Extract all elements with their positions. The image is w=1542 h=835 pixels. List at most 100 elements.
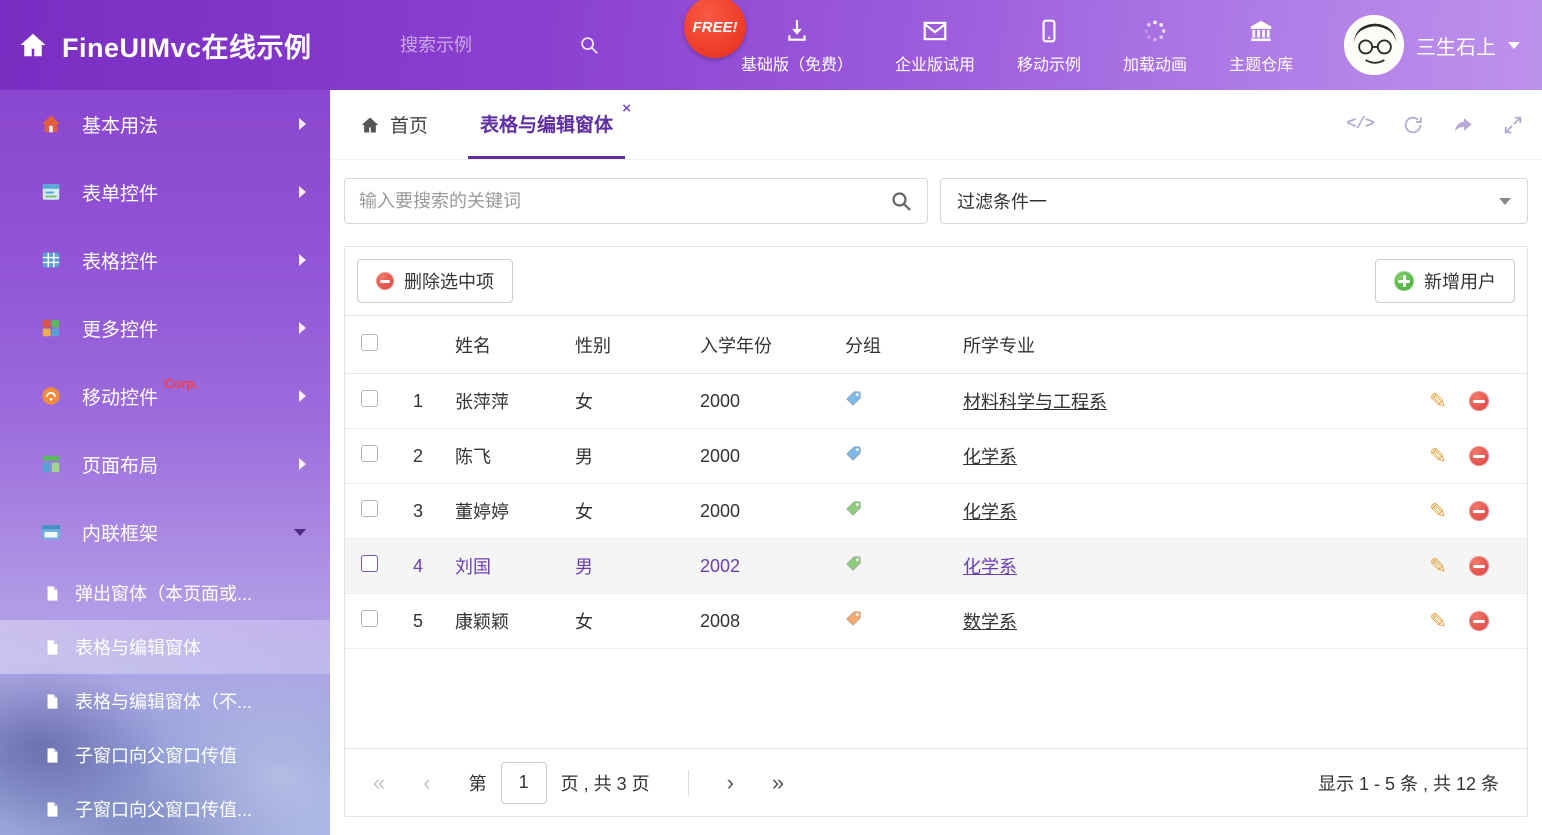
nav-mobile-demo[interactable]: 移动示例 [1017, 16, 1081, 75]
row-checkbox[interactable] [361, 610, 378, 627]
table-row[interactable]: 1 张萍萍 女 2000 材料科学与工程系 [345, 374, 1527, 429]
delete-row-icon[interactable] [1469, 501, 1489, 521]
table-row-selected[interactable]: 4 刘国 男 2002 化学系 [345, 539, 1527, 594]
source-code-icon[interactable]: </> [1346, 115, 1374, 134]
open-new-window-icon[interactable] [1452, 114, 1474, 136]
tag-icon [845, 500, 862, 517]
table-row[interactable]: 2 陈飞 男 2000 化学系 [345, 429, 1527, 484]
next-page-button[interactable]: › [727, 772, 734, 794]
edit-icon[interactable] [1429, 446, 1447, 467]
sidebar-item-form-controls[interactable]: 表单控件 [0, 158, 330, 226]
delete-row-icon[interactable] [1469, 391, 1489, 411]
nav-theme-repository[interactable]: 主题仓库 [1229, 16, 1293, 75]
nav-loading-animation[interactable]: 加载动画 [1123, 16, 1187, 75]
submenu-item-label: 表格与编辑窗体（不... [75, 688, 252, 714]
add-user-button[interactable]: 新增用户 [1375, 259, 1515, 303]
row-checkbox[interactable] [361, 445, 378, 462]
user-name: 三生石上 [1416, 31, 1496, 60]
search-icon[interactable] [889, 189, 913, 213]
mobile-icon [1036, 16, 1062, 44]
major-link[interactable]: 数学系 [963, 612, 1017, 632]
brand[interactable]: FineUIMvc在线示例 [0, 26, 400, 65]
major-link[interactable]: 化学系 [963, 502, 1017, 522]
sidebar-item-page-layout[interactable]: 页面布局 [0, 430, 330, 498]
nav-label: 主题仓库 [1229, 51, 1293, 75]
cell-year: 2002 [688, 539, 833, 594]
sidebar-item-label: 页面布局 [82, 451, 158, 478]
sidebar-item-basic-usage[interactable]: 基本用法 [0, 90, 330, 158]
close-icon[interactable]: × [622, 101, 631, 116]
delete-row-icon[interactable] [1469, 611, 1489, 631]
delete-row-icon[interactable] [1469, 556, 1489, 576]
major-link[interactable]: 化学系 [963, 447, 1017, 467]
chevron-down-icon [294, 529, 306, 536]
submenu-item-label: 表格与编辑窗体 [75, 634, 201, 660]
chevron-down-icon[interactable] [1508, 42, 1520, 49]
major-link[interactable]: 材料科学与工程系 [963, 392, 1107, 412]
sidebar-item-mobile-controls[interactable]: 移动控件 Corp. [0, 362, 330, 430]
refresh-icon[interactable] [1402, 114, 1424, 136]
row-checkbox[interactable] [361, 390, 378, 407]
submenu-item-child-to-parent[interactable]: 子窗口向父窗口传值 [0, 728, 330, 782]
tag-icon [845, 445, 862, 462]
submenu-item-grid-edit-window[interactable]: 表格与编辑窗体 [0, 620, 330, 674]
sidebar-item-label: 表格控件 [82, 247, 158, 274]
delete-row-icon[interactable] [1469, 446, 1489, 466]
sidebar-item-label: 基本用法 [82, 111, 158, 138]
home-brand-icon [18, 30, 48, 60]
sidebar-item-more-controls[interactable]: 更多控件 [0, 294, 330, 362]
pagination-bar: « ‹ 第 页 , 共 3 页 › » 显示 1 - 5 条 , 共 12 条 [345, 748, 1527, 816]
row-index: 4 [393, 539, 443, 594]
top-header-bar: FineUIMvc在线示例 FREE! 基础版（免费） 企业版试用 [0, 0, 1542, 90]
home-icon [40, 113, 64, 135]
grid-toolbar: 删除选中项 新增用户 [345, 247, 1527, 315]
first-page-button[interactable]: « [373, 772, 385, 794]
sidebar-item-label: 内联框架 [82, 519, 158, 546]
mobile-signal-icon [40, 385, 64, 407]
filter-condition-dropdown[interactable]: 过滤条件一 [940, 178, 1528, 224]
nav-enterprise-trial[interactable]: 企业版试用 [895, 16, 975, 75]
avatar[interactable] [1344, 15, 1404, 75]
tab-home[interactable]: 首页 [348, 90, 440, 159]
sidebar-item-grid-controls[interactable]: 表格控件 [0, 226, 330, 294]
file-icon [44, 639, 61, 656]
submenu-item-grid-edit-window-2[interactable]: 表格与编辑窗体（不... [0, 674, 330, 728]
sidebar-item-inline-frame[interactable]: 内联框架 [0, 498, 330, 566]
sidebar-item-label: 表单控件 [82, 179, 158, 206]
submenu-item-child-to-parent-2[interactable]: 子窗口向父窗口传值... [0, 782, 330, 835]
table-row[interactable]: 5 康颖颖 女 2008 数学系 [345, 594, 1527, 649]
row-checkbox[interactable] [361, 555, 378, 572]
major-link[interactable]: 化学系 [963, 557, 1017, 577]
fullscreen-icon[interactable] [1502, 114, 1524, 136]
nav-label: 企业版试用 [895, 51, 975, 75]
sidebar-item-label: 移动控件 [82, 383, 158, 410]
row-checkbox[interactable] [361, 500, 378, 517]
cell-name: 康颖颖 [443, 594, 563, 649]
last-page-button[interactable]: » [772, 772, 784, 794]
edit-icon[interactable] [1429, 501, 1447, 522]
delete-selected-button[interactable]: 删除选中项 [357, 259, 513, 303]
envelope-icon [921, 16, 949, 44]
edit-icon[interactable] [1429, 391, 1447, 412]
blocks-icon [40, 317, 64, 339]
keyword-search-input[interactable] [359, 191, 889, 212]
row-index: 5 [393, 594, 443, 649]
nav-basic-edition[interactable]: 基础版（免费） [741, 16, 853, 75]
prev-page-button[interactable]: ‹ [423, 772, 430, 794]
tab-grid-edit-window[interactable]: 表格与编辑窗体 × [468, 90, 625, 159]
chevron-right-icon [299, 390, 306, 402]
edit-icon[interactable] [1429, 556, 1447, 577]
header-search-input[interactable] [400, 35, 530, 56]
tag-icon [845, 390, 862, 407]
user-menu[interactable]: 三生石上 [1344, 15, 1520, 75]
search-icon[interactable] [578, 34, 600, 56]
edit-icon[interactable] [1429, 611, 1447, 632]
table-row[interactable]: 3 董婷婷 女 2000 化学系 [345, 484, 1527, 539]
table-icon [40, 249, 64, 271]
submenu-item-popup-window[interactable]: 弹出窗体（本页面或... [0, 566, 330, 620]
select-all-checkbox[interactable] [361, 334, 378, 351]
page-number-input[interactable] [501, 762, 547, 804]
row-index: 1 [393, 374, 443, 429]
submenu-item-label: 弹出窗体（本页面或... [75, 580, 252, 606]
cell-group [833, 374, 951, 429]
